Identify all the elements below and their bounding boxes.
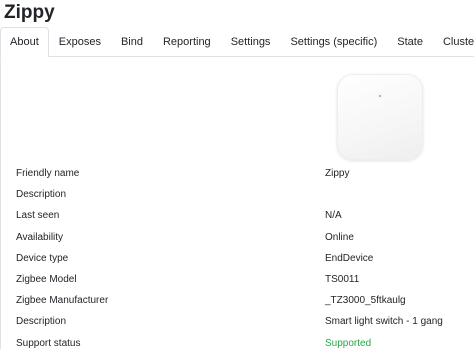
- detail-label: Support status: [16, 337, 81, 349]
- detail-row-device-type: Device type EndDevice: [0, 248, 474, 269]
- tab-bar: About Exposes Bind Reporting Settings Se…: [0, 27, 474, 57]
- tab-state[interactable]: State: [387, 27, 433, 56]
- page-title: Zippy: [4, 2, 55, 23]
- detail-label: Last seen: [16, 210, 60, 222]
- tab-reporting[interactable]: Reporting: [153, 27, 221, 56]
- detail-label: Description: [16, 316, 67, 328]
- detail-value: Online: [325, 231, 354, 243]
- detail-value: EndDevice: [325, 252, 374, 264]
- device-details-list: Friendly name Zippy Description Last see…: [0, 163, 474, 349]
- detail-row-last-seen: Last seen N/A: [0, 205, 474, 226]
- support-status-value: Supported: [325, 337, 372, 349]
- detail-row-device-description: Description Smart light switch - 1 gang: [0, 311, 474, 332]
- tab-clusters[interactable]: Clusters: [433, 27, 474, 56]
- tab-about[interactable]: About: [0, 27, 49, 57]
- detail-label: Zigbee Manufacturer: [16, 295, 109, 307]
- detail-row-description: Description: [0, 184, 474, 205]
- detail-label: Description: [16, 189, 67, 201]
- detail-label: Zigbee Model: [16, 273, 77, 285]
- detail-label: Availability: [16, 231, 64, 243]
- detail-label: Device type: [16, 252, 69, 264]
- device-image: [337, 74, 423, 160]
- detail-value: Zippy: [325, 168, 350, 179]
- detail-value: _TZ3000_5ftkaulg: [325, 295, 406, 307]
- detail-value: TS0011: [325, 273, 360, 285]
- tab-exposes[interactable]: Exposes: [49, 27, 111, 56]
- detail-row-support-status: Support status Supported: [0, 333, 474, 349]
- detail-value: N/A: [325, 210, 342, 222]
- detail-row-friendly-name: Friendly name Zippy: [0, 163, 474, 184]
- device-led-dot: [379, 95, 381, 97]
- tab-settings[interactable]: Settings: [221, 27, 281, 56]
- detail-label: Friendly name: [16, 168, 80, 179]
- detail-value: Smart light switch - 1 gang: [325, 316, 443, 328]
- detail-row-availability: Availability Online: [0, 227, 474, 248]
- detail-row-zigbee-manufacturer: Zigbee Manufacturer _TZ3000_5ftkaulg: [0, 290, 474, 311]
- tab-bind[interactable]: Bind: [111, 27, 153, 56]
- tab-settings-specific[interactable]: Settings (specific): [280, 27, 387, 56]
- detail-row-zigbee-model: Zigbee Model TS0011: [0, 269, 474, 290]
- device-page: Zippy About Exposes Bind Reporting Setti…: [0, 0, 474, 349]
